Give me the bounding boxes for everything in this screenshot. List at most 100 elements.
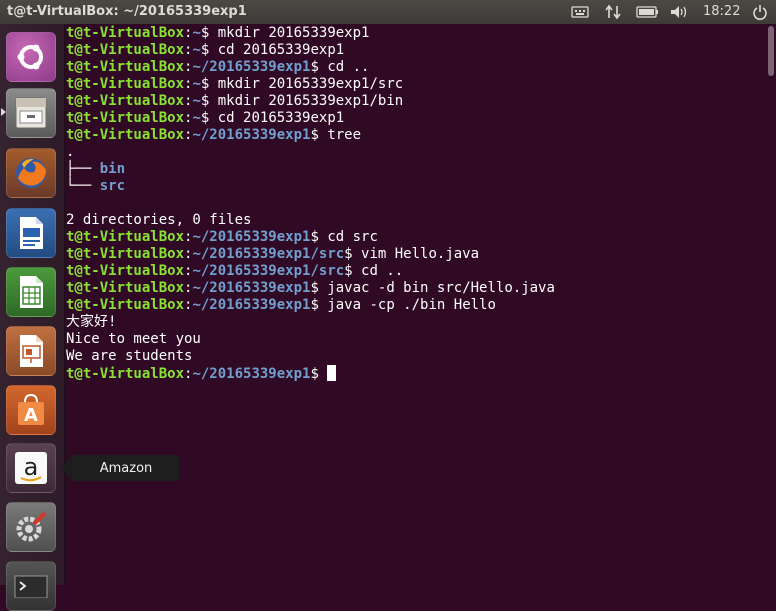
terminal-line: .	[66, 144, 766, 161]
software-bag-icon: A	[18, 393, 44, 426]
ubuntu-logo-icon	[17, 44, 43, 70]
clock[interactable]: 18:22	[703, 4, 740, 19]
launcher-item-files[interactable]	[6, 88, 56, 138]
prompt-symbol: $	[310, 297, 328, 313]
prompt-path: ~/20165339exp1	[192, 229, 311, 245]
terminal-line: 2 directories, 0 files	[66, 212, 766, 229]
prompt-symbol: $	[200, 93, 218, 109]
terminal-line: t@t-VirtualBox:~/20165339exp1$ java -cp …	[66, 297, 766, 314]
prompt-path: ~/20165339exp1/src	[192, 263, 345, 279]
volume-icon[interactable]	[668, 3, 690, 21]
terminal-line: We are students	[66, 348, 766, 365]
amazon-icon: a	[15, 452, 47, 484]
prompt-symbol: $	[310, 280, 328, 296]
prompt-symbol: $	[344, 246, 362, 262]
svg-text:a: a	[24, 453, 39, 481]
terminal-line: t@t-VirtualBox:~$ cd 20165339exp1	[66, 42, 766, 59]
prompt-path: ~	[192, 25, 201, 41]
launcher-item-terminal[interactable]	[6, 561, 56, 611]
terminal-line: t@t-VirtualBox:~/20165339exp1$ cd src	[66, 229, 766, 246]
prompt-user: t@t-VirtualBox	[66, 76, 185, 92]
command-text: vim Hello.java	[361, 246, 480, 262]
tree-branch: ├──	[66, 161, 100, 177]
tree-directory: src	[99, 178, 126, 194]
prompt-user: t@t-VirtualBox	[66, 110, 185, 126]
terminal-line: t@t-VirtualBox:~/20165339exp1$ tree	[66, 127, 766, 144]
terminal-line: t@t-VirtualBox:~$ mkdir 20165339exp1	[66, 25, 766, 42]
prompt-user: t@t-VirtualBox	[66, 246, 185, 262]
prompt-symbol: $	[310, 127, 328, 143]
prompt-user: t@t-VirtualBox	[66, 297, 185, 313]
firefox-icon	[16, 158, 47, 188]
launcher-item-firefox[interactable]	[6, 148, 56, 198]
output-text: 2 directories, 0 files	[66, 212, 252, 228]
prompt-symbol: $	[310, 59, 328, 75]
prompt-path: ~	[192, 110, 201, 126]
prompt-path: ~/20165339exp1	[192, 59, 311, 75]
prompt-user: t@t-VirtualBox	[66, 280, 185, 296]
command-text: cd 20165339exp1	[217, 110, 345, 126]
prompt-symbol: $	[344, 263, 362, 279]
prompt-user: t@t-VirtualBox	[66, 93, 185, 109]
tree-directory: bin	[99, 161, 126, 177]
network-icon[interactable]	[603, 3, 623, 21]
launcher-item-settings[interactable]	[6, 502, 56, 552]
prompt-user: t@t-VirtualBox	[66, 127, 185, 143]
terminal-line: └── src	[66, 178, 766, 195]
prompt-path: ~/20165339exp1	[192, 366, 311, 382]
battery-icon[interactable]	[635, 3, 661, 21]
output-text: .	[66, 144, 75, 160]
prompt-path: ~	[192, 93, 201, 109]
power-icon[interactable]	[750, 3, 770, 21]
launcher-item-impress[interactable]	[6, 326, 56, 376]
prompt-user: t@t-VirtualBox	[66, 42, 185, 58]
writer-icon	[20, 217, 43, 249]
window-title: t@t-VirtualBox: ~/20165339exp1	[7, 4, 247, 19]
scrollbar[interactable]	[768, 26, 774, 76]
command-text: mkdir 20165339exp1/bin	[217, 93, 404, 109]
top-panel: t@t-VirtualBox: ~/20165339exp1 18:22	[0, 0, 776, 24]
prompt-symbol: $	[200, 110, 218, 126]
prompt-symbol: $	[200, 76, 218, 92]
prompt-symbol: $	[200, 42, 218, 58]
terminal-output[interactable]: t@t-VirtualBox:~$ mkdir 20165339exp1 t@t-…	[66, 25, 766, 585]
command-text: mkdir 20165339exp1	[217, 25, 370, 41]
prompt-user: t@t-VirtualBox	[66, 59, 185, 75]
prompt-user: t@t-VirtualBox	[66, 263, 185, 279]
prompt-symbol: $	[310, 229, 328, 245]
terminal-line: t@t-VirtualBox:~$ mkdir 20165339exp1/bin	[66, 93, 766, 110]
launcher-item-amazon[interactable]: a	[6, 443, 56, 493]
command-text: cd ..	[361, 263, 404, 279]
output-text: We are students	[66, 348, 193, 364]
terminal-line: Nice to meet you	[66, 331, 766, 348]
text-cursor	[327, 365, 337, 381]
launcher-item-calc[interactable]	[6, 267, 56, 317]
terminal-line: t@t-VirtualBox:~/20165339exp1$	[66, 365, 766, 382]
terminal-line: t@t-VirtualBox:~/20165339exp1/src$ vim H…	[66, 246, 766, 263]
command-text: java -cp ./bin Hello	[327, 297, 496, 313]
command-text: cd 20165339exp1	[217, 42, 345, 58]
tree-branch: └──	[66, 178, 100, 194]
launcher-item-software[interactable]: A	[6, 385, 56, 435]
output-text: Nice to meet you	[66, 331, 201, 347]
prompt-user: t@t-VirtualBox	[66, 229, 185, 245]
calc-icon	[20, 276, 43, 308]
prompt-path: ~/20165339exp1	[192, 280, 311, 296]
file-cabinet-icon	[15, 97, 47, 129]
command-text: tree	[327, 127, 362, 143]
terminal-line: t@t-VirtualBox:~/20165339exp1$ cd ..	[66, 59, 766, 76]
output-text: 大家好!	[66, 314, 117, 330]
prompt-path: ~	[192, 42, 201, 58]
launcher: A a	[0, 24, 65, 611]
terminal-line: t@t-VirtualBox:~/20165339exp1$ javac -d …	[66, 280, 766, 297]
prompt-user: t@t-VirtualBox	[66, 25, 185, 41]
keyboard-icon[interactable]	[570, 3, 590, 21]
prompt-path: ~/20165339exp1	[192, 127, 311, 143]
launcher-item-dash[interactable]	[6, 32, 56, 82]
launcher-item-writer[interactable]	[6, 208, 56, 258]
prompt-user: t@t-VirtualBox	[66, 366, 185, 382]
prompt-symbol: $	[310, 366, 328, 382]
svg-text:A: A	[24, 405, 38, 426]
terminal-line: t@t-VirtualBox:~$ cd 20165339exp1	[66, 110, 766, 127]
